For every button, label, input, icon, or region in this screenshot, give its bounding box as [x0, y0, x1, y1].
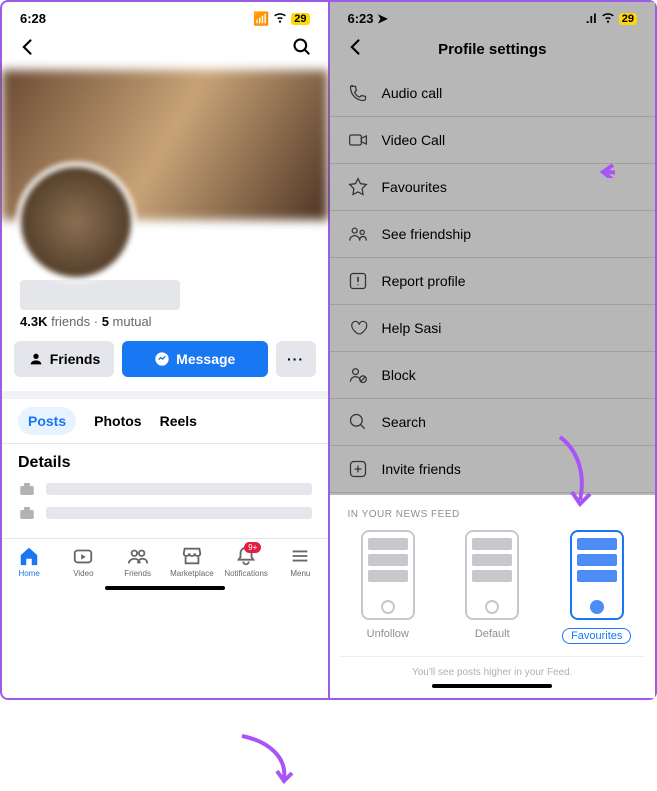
tab-posts[interactable]: Posts	[18, 407, 76, 435]
status-bar: 6:28 📶 29	[2, 2, 328, 29]
block-icon	[348, 365, 368, 385]
home-indicator[interactable]	[432, 684, 552, 688]
friends-button[interactable]: Friends	[14, 341, 114, 377]
battery-indicator: 29	[291, 13, 309, 25]
phone-profile: 6:28 📶 29 4.3K friends · 5 mutual Friend…	[2, 2, 330, 698]
wifi-icon	[273, 10, 287, 27]
profile-name	[20, 280, 180, 310]
briefcase-icon	[18, 480, 36, 498]
detail-row	[18, 504, 312, 522]
invite-icon	[348, 459, 368, 479]
annotation-arrow-icon	[595, 158, 615, 178]
report-icon	[348, 271, 368, 291]
star-icon	[348, 177, 368, 197]
page-title: Profile settings	[366, 41, 620, 58]
nav-marketplace[interactable]: Marketplace	[165, 545, 219, 578]
back-button[interactable]	[18, 37, 38, 62]
annotation-arrow-icon	[232, 731, 302, 791]
nav-home[interactable]: Home	[2, 545, 56, 578]
friends-count: 4.3K	[20, 314, 47, 329]
phone-icon	[348, 83, 368, 103]
video-icon	[348, 130, 368, 150]
setting-favourites[interactable]: Favourites	[330, 164, 656, 211]
setting-invite-friends[interactable]: Invite friends	[330, 446, 656, 493]
search-icon	[348, 412, 368, 432]
setting-help[interactable]: Help Sasi	[330, 305, 656, 352]
phone-settings: 6:23 ➤ .ıl 29 Profile settings Audio cal…	[330, 2, 656, 698]
signal-icon: .ıl	[586, 11, 597, 26]
option-favourites[interactable]: Favourites	[549, 530, 646, 644]
detail-row	[18, 480, 312, 498]
setting-video-call[interactable]: Video Call	[330, 117, 656, 164]
wifi-icon	[601, 10, 615, 27]
home-indicator[interactable]	[105, 586, 225, 590]
friends-icon	[348, 224, 368, 244]
option-unfollow[interactable]: Unfollow	[340, 530, 437, 644]
back-button[interactable]	[346, 37, 366, 62]
phone-preview-icon	[465, 530, 519, 620]
mutual-count: 5	[102, 314, 109, 329]
notification-badge: 9+	[244, 542, 261, 553]
message-button[interactable]: Message	[122, 341, 268, 377]
signal-icon: 📶	[253, 11, 269, 27]
phone-preview-icon	[570, 530, 624, 620]
battery-indicator: 29	[619, 13, 637, 25]
setting-block[interactable]: Block	[330, 352, 656, 399]
briefcase-icon	[18, 504, 36, 522]
settings-content: Audio call Video Call Favourites See fri…	[330, 70, 656, 698]
sheet-label: IN YOUR NEWS FEED	[348, 509, 638, 520]
nav-video[interactable]: Video	[56, 545, 110, 578]
status-time: 6:28	[20, 11, 46, 26]
status-bar: 6:23 ➤ .ıl 29	[330, 2, 656, 29]
more-options-button[interactable]: ···	[276, 341, 316, 377]
status-right: 📶 29	[253, 10, 309, 27]
nav-notifications[interactable]: 9+ Notifications	[219, 545, 273, 578]
nav-menu[interactable]: Menu	[273, 545, 327, 578]
nav-friends[interactable]: Friends	[111, 545, 165, 578]
tab-reels[interactable]: Reels	[160, 407, 197, 435]
profile-stats: 4.3K friends · 5 mutual	[20, 314, 310, 329]
profile-tabs: Posts Photos Reels	[2, 391, 328, 444]
details-section: Details	[2, 444, 328, 538]
bottom-nav: Home Video Friends Marketplace 9+ Notifi…	[2, 538, 328, 582]
setting-see-friendship[interactable]: See friendship	[330, 211, 656, 258]
setting-report-profile[interactable]: Report profile	[330, 258, 656, 305]
option-default[interactable]: Default	[444, 530, 541, 644]
setting-audio-call[interactable]: Audio call	[330, 70, 656, 117]
tab-photos[interactable]: Photos	[94, 407, 141, 435]
phone-preview-icon	[361, 530, 415, 620]
search-button[interactable]	[292, 37, 312, 62]
heart-icon	[348, 318, 368, 338]
setting-search[interactable]: Search	[330, 399, 656, 446]
status-time: 6:23 ➤	[348, 11, 389, 27]
top-bar: Profile settings	[330, 29, 656, 70]
details-heading: Details	[18, 454, 312, 472]
news-feed-sheet: IN YOUR NEWS FEED Unfollow Default Favou…	[330, 495, 656, 698]
settings-list: Audio call Video Call Favourites See fri…	[330, 70, 656, 495]
sheet-footnote: You'll see posts higher in your Feed.	[340, 656, 646, 678]
profile-avatar[interactable]	[16, 162, 136, 282]
action-row: Friends Message ···	[2, 341, 328, 391]
feed-options: Unfollow Default Favourites	[340, 530, 646, 644]
status-right: .ıl 29	[586, 10, 637, 27]
top-bar	[2, 29, 328, 70]
